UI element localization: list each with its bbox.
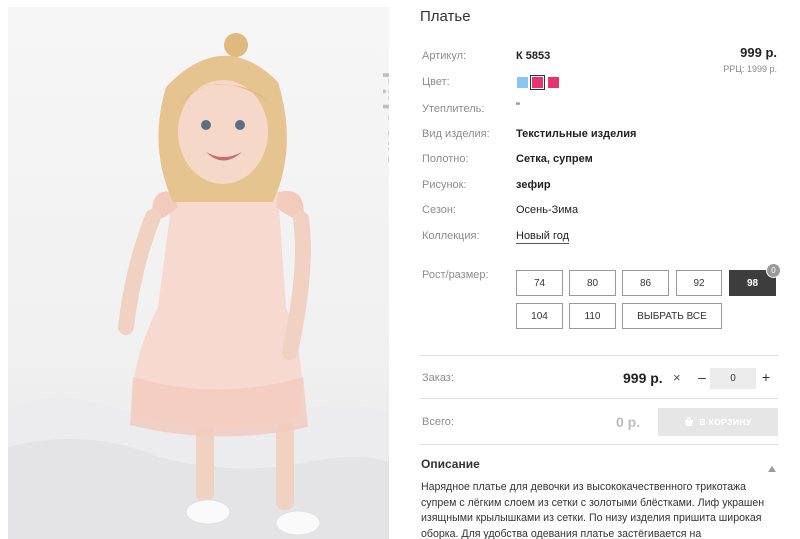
- color-swatch-light-blue[interactable]: [517, 77, 528, 88]
- product-photo[interactable]: crockid: [8, 7, 389, 539]
- collection-label: Коллекция:: [422, 230, 480, 242]
- pattern-label: Рисунок:: [422, 179, 467, 191]
- description-text: Нарядное платье для девочки из высококач…: [421, 481, 765, 539]
- color-label: Цвет:: [422, 76, 450, 88]
- product-price: 999 р.: [740, 45, 777, 60]
- article-value: К 5853: [516, 50, 551, 62]
- decrease-quantity-button[interactable]: –: [695, 369, 709, 387]
- insulation-value: ": [516, 101, 520, 113]
- insulation-label: Утеплитель:: [422, 103, 485, 115]
- size-option-74[interactable]: 74: [516, 270, 563, 296]
- order-label: Заказ:: [422, 372, 454, 384]
- add-to-cart-label: В КОРЗИНУ: [699, 417, 752, 427]
- size-option-80[interactable]: 80: [569, 270, 616, 296]
- size-option-86[interactable]: 86: [622, 270, 669, 296]
- size-option-104[interactable]: 104: [516, 303, 563, 329]
- order-unit-price: 999 р.: [623, 370, 663, 386]
- product-photo-illustration: [8, 33, 389, 539]
- article-label: Артикул:: [422, 50, 467, 62]
- chevron-up-icon[interactable]: [768, 459, 776, 472]
- size-option-92[interactable]: 92: [676, 270, 722, 296]
- description-heading[interactable]: Описание: [421, 457, 480, 471]
- add-to-cart-button[interactable]: В КОРЗИНУ: [658, 408, 778, 436]
- total-label: Всего:: [422, 416, 454, 428]
- product-type-value: Текстильные изделия: [516, 128, 637, 140]
- divider: [420, 398, 778, 399]
- product-type-label: Вид изделия:: [422, 128, 490, 140]
- cart-icon: [684, 417, 694, 427]
- size-label: Рост/размер:: [422, 269, 489, 281]
- total-value: 0 р.: [616, 414, 641, 430]
- size-count-badge: 0: [766, 263, 781, 278]
- season-label: Сезон:: [422, 204, 456, 216]
- divider: [420, 355, 778, 356]
- increase-quantity-button[interactable]: +: [759, 369, 773, 387]
- brand-logo: crockid: [353, 27, 389, 167]
- product-title: Платье: [420, 8, 471, 25]
- season-value: Осень-Зима: [516, 204, 579, 216]
- multiply-icon: ×: [673, 370, 681, 385]
- quantity-input[interactable]: [710, 368, 756, 389]
- fabric-label: Полотно:: [422, 153, 469, 165]
- divider: [420, 444, 778, 445]
- size-option-110[interactable]: 110: [569, 303, 616, 329]
- select-all-sizes-button[interactable]: ВЫБРАТЬ ВСЕ: [622, 303, 722, 329]
- color-swatch-pink-selected[interactable]: [530, 75, 545, 90]
- collection-link[interactable]: Новый год: [516, 230, 570, 244]
- fabric-value: Сетка, супрем: [516, 153, 593, 165]
- brand-logo-text: crockid: [378, 71, 389, 167]
- recommended-retail-price: РРЦ: 1999 р.: [723, 64, 777, 74]
- pattern-value: зефир: [516, 179, 551, 191]
- color-swatch-pink[interactable]: [548, 77, 559, 88]
